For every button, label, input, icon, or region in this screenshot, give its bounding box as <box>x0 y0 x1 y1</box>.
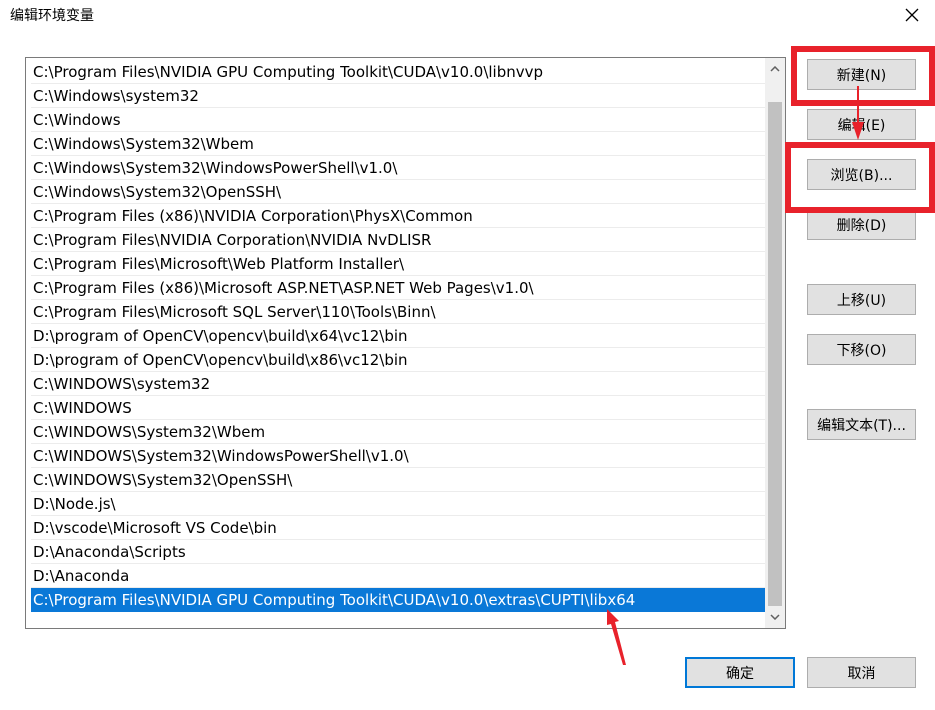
scroll-up-icon <box>770 66 780 72</box>
close-icon <box>905 8 919 22</box>
vertical-scrollbar[interactable] <box>765 58 785 628</box>
scroll-thumb[interactable] <box>768 102 782 606</box>
path-list-item[interactable]: C:\WINDOWS\System32\WindowsPowerShell\v1… <box>31 444 766 468</box>
red-arrow-icon <box>852 86 864 140</box>
path-list-item[interactable]: C:\WINDOWS <box>31 396 766 420</box>
path-list-item[interactable]: C:\Windows\system32 <box>31 84 766 108</box>
path-list-item[interactable]: C:\Windows\System32\WindowsPowerShell\v1… <box>31 156 766 180</box>
scroll-down-icon <box>770 614 780 620</box>
path-list-item[interactable]: D:\program of OpenCV\opencv\build\x86\vc… <box>31 348 766 372</box>
path-list-item[interactable]: D:\program of OpenCV\opencv\build\x64\vc… <box>31 324 766 348</box>
path-list-item[interactable]: C:\WINDOWS\system32 <box>31 372 766 396</box>
close-button[interactable] <box>889 0 935 30</box>
path-list[interactable]: C:\Program Files\NVIDIA GPU Computing To… <box>25 57 786 629</box>
path-list-item[interactable]: C:\Program Files\Microsoft SQL Server\11… <box>31 300 766 324</box>
path-list-item[interactable]: C:\Windows <box>31 108 766 132</box>
highlight-box-browse <box>785 142 935 213</box>
cancel-button[interactable]: 取消 <box>807 657 916 688</box>
move-down-button[interactable]: 下移(O) <box>807 334 916 365</box>
edit-text-button[interactable]: 编辑文本(T)... <box>807 409 916 440</box>
title-bar: 编辑环境变量 <box>0 0 935 30</box>
path-list-item[interactable]: C:\Program Files (x86)\NVIDIA Corporatio… <box>31 204 766 228</box>
path-list-rows: C:\Program Files\NVIDIA GPU Computing To… <box>31 60 766 612</box>
path-list-item[interactable]: C:\WINDOWS\System32\OpenSSH\ <box>31 468 766 492</box>
scroll-down-button[interactable] <box>765 606 785 628</box>
path-list-item[interactable]: D:\vscode\Microsoft VS Code\bin <box>31 516 766 540</box>
path-list-item[interactable]: D:\Node.js\ <box>31 492 766 516</box>
delete-button[interactable]: 删除(D) <box>807 209 916 240</box>
path-list-item[interactable]: C:\Windows\System32\Wbem <box>31 132 766 156</box>
path-list-item[interactable]: C:\Program Files (x86)\Microsoft ASP.NET… <box>31 276 766 300</box>
window-title: 编辑环境变量 <box>10 8 94 24</box>
path-list-item[interactable]: C:\Program Files\Microsoft\Web Platform … <box>31 252 766 276</box>
path-list-item[interactable]: C:\Program Files\NVIDIA GPU Computing To… <box>31 588 766 612</box>
red-arrow-icon <box>607 609 626 665</box>
path-list-item[interactable]: C:\Program Files\NVIDIA GPU Computing To… <box>31 60 766 84</box>
ok-button[interactable]: 确定 <box>685 657 795 688</box>
path-list-item[interactable]: C:\Windows\System32\OpenSSH\ <box>31 180 766 204</box>
path-list-item[interactable]: D:\Anaconda\Scripts <box>31 540 766 564</box>
path-list-item[interactable]: C:\WINDOWS\System32\Wbem <box>31 420 766 444</box>
path-list-item[interactable]: D:\Anaconda <box>31 564 766 588</box>
scroll-up-button[interactable] <box>765 58 785 80</box>
path-list-item[interactable]: C:\Program Files\NVIDIA Corporation\NVID… <box>31 228 766 252</box>
move-up-button[interactable]: 上移(U) <box>807 284 916 315</box>
